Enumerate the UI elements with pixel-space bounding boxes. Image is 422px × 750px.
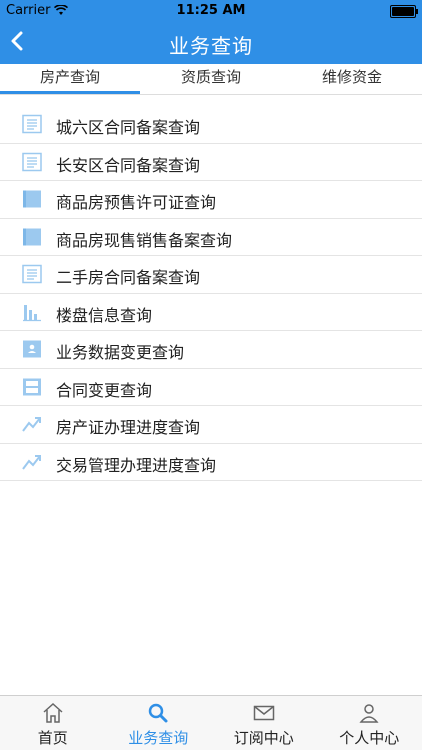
page-title: 业务查询 xyxy=(169,34,253,58)
list-item[interactable]: 合同变更查询 xyxy=(0,369,422,406)
tab-home-label: 首页 xyxy=(37,729,68,747)
tab-home[interactable]: 首页 xyxy=(0,696,106,750)
list-item-label: 房产证办理进度查询 xyxy=(56,418,201,437)
trend-icon xyxy=(22,417,41,432)
person-icon xyxy=(359,704,379,723)
list-item-label: 合同变更查询 xyxy=(56,380,153,400)
list-item[interactable]: 商品房预售许可证查询 xyxy=(0,181,422,219)
list-item[interactable]: 城六区合同备案查询 xyxy=(0,106,422,144)
list-item-label: 业务数据变更查询 xyxy=(56,343,185,362)
bar-chart-icon xyxy=(23,304,41,321)
list-item-label: 二手房合同备案查询 xyxy=(56,268,201,287)
list-item[interactable]: 长安区合同备案查询 xyxy=(0,144,422,181)
list-item-label: 商品房预售许可证查询 xyxy=(56,193,217,212)
tab-subscription-center-label: 订阅中心 xyxy=(233,729,294,747)
mail-icon xyxy=(253,705,274,721)
bottom-tab-bar: 首页 业务查询 订阅中心 个人中心 xyxy=(0,695,422,750)
tab-personal-center-label: 个人中心 xyxy=(339,729,400,747)
list-item-label: 楼盘信息查询 xyxy=(56,305,153,325)
panel-icon xyxy=(23,228,41,245)
list-item-label: 长安区合同备案查询 xyxy=(56,155,201,175)
list-item[interactable]: 交易管理办理进度查询 xyxy=(0,444,422,481)
list-item[interactable]: 楼盘信息查询 xyxy=(0,294,422,331)
tab-property-query[interactable]: 房产查询 xyxy=(0,64,140,94)
list-item[interactable]: 业务数据变更查询 xyxy=(0,331,422,369)
list-item[interactable]: 房产证办理进度查询 xyxy=(0,406,422,444)
list-item-label: 商品房现售销售备案查询 xyxy=(56,230,233,250)
tab-business-query-label: 业务查询 xyxy=(128,729,189,747)
tab-subscription-center[interactable]: 订阅中心 xyxy=(211,696,317,750)
status-bar: Carrier 11:25 AM xyxy=(0,0,422,22)
trend-icon xyxy=(22,454,41,470)
status-time: 11:25 AM xyxy=(176,3,246,18)
cabinet-icon xyxy=(23,378,41,395)
search-icon xyxy=(149,703,168,723)
segment-tabs: 房产查询 资质查询 维修资金 xyxy=(0,64,422,95)
battery-icon xyxy=(390,5,418,18)
list-item[interactable]: 二手房合同备案查询 xyxy=(0,256,422,294)
list-item-label: 城六区合同备案查询 xyxy=(56,118,201,137)
panel-icon xyxy=(23,190,41,208)
list-item[interactable]: 商品房现售销售备案查询 xyxy=(0,219,422,256)
navigation-bar: 业务查询 xyxy=(0,22,422,64)
tab-maintenance-fund[interactable]: 维修资金 xyxy=(282,64,422,92)
tab-personal-center[interactable]: 个人中心 xyxy=(317,696,422,750)
person-card-icon xyxy=(23,340,41,358)
document-list-icon xyxy=(22,152,42,171)
tab-qualification-query[interactable]: 资质查询 xyxy=(141,64,281,92)
document-list-icon xyxy=(22,264,42,284)
query-list: 城六区合同备案查询 长安区合同备案查询 商品房预售许可证查询 商品房现售销售备案… xyxy=(0,106,422,481)
list-item-label: 交易管理办理进度查询 xyxy=(56,455,217,475)
tab-business-query[interactable]: 业务查询 xyxy=(106,696,212,750)
home-icon xyxy=(43,702,63,723)
document-list-icon xyxy=(22,114,42,134)
